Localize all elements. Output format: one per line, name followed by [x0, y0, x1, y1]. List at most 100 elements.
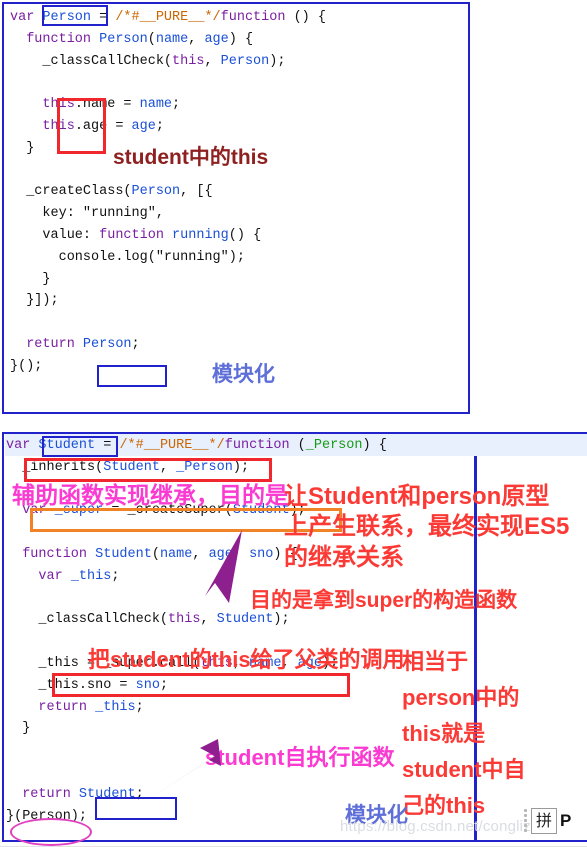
code-token: function: [6, 546, 96, 562]
code-token: var: [6, 438, 39, 453]
code-token: function: [99, 227, 173, 243]
ime-drag-handle[interactable]: [523, 808, 528, 834]
annotation-get-super: 目的是拿到super的构造函数: [250, 589, 518, 612]
code-token: }: [6, 721, 31, 737]
code-line: return Student;: [6, 784, 387, 806]
code-token: _createClass(: [10, 184, 132, 200]
annotation-prototype-link-1: 让Student和person原型: [284, 483, 550, 510]
code-line: }]);: [10, 290, 326, 312]
code-token: _this: [70, 568, 112, 584]
annotation-prototype-link-2: 上产生联系，最终实现ES5: [284, 513, 570, 540]
highlight-box-this-person: [57, 98, 106, 154]
code-token: ,: [192, 546, 209, 562]
code-token: this: [168, 612, 201, 628]
annotation-equivalent-2: person中的: [402, 685, 520, 710]
code-token: function: [220, 10, 286, 25]
code-token: ;: [131, 336, 140, 352]
code-token: () {: [228, 227, 262, 243]
code-token: running: [172, 227, 229, 243]
ime-mode-icon[interactable]: 拼: [531, 808, 557, 834]
highlight-box-inherits-call: [24, 458, 272, 482]
code-token: }();: [10, 358, 43, 374]
code-token: _classCallCheck(: [10, 53, 173, 69]
code-token: );: [228, 249, 245, 265]
code-token: "running": [155, 249, 229, 265]
code-token: return: [10, 336, 83, 352]
code-token: ;: [135, 699, 144, 715]
code-line: function Person(name, age) {: [10, 29, 326, 51]
code-token: /*#__PURE__*/: [119, 438, 225, 453]
code-line: }: [10, 269, 326, 291]
code-line: key: "running",: [10, 203, 326, 225]
code-token: (: [147, 31, 156, 47]
code-token: ;: [155, 118, 164, 134]
annotation-prototype-link-3: 的继承关系: [284, 544, 404, 571]
code-token: Student: [216, 612, 274, 628]
code-token: _this: [95, 699, 136, 715]
code-token: Person: [131, 184, 181, 200]
annotation-student-this: student中的this: [113, 146, 269, 169]
code-token: }: [10, 140, 35, 156]
code-token: console.log(: [10, 249, 156, 265]
code-token: "running": [82, 206, 156, 222]
code-token: name: [159, 546, 193, 562]
code-token: age: [204, 31, 229, 47]
ime-label[interactable]: P: [560, 811, 571, 831]
code-token: (: [289, 438, 306, 453]
highlight-box-person-identifier: [42, 5, 108, 26]
annotation-equivalent-5: 己的this: [402, 793, 486, 818]
code-token: () {: [285, 10, 326, 25]
code-token: this: [172, 53, 205, 69]
code-block-person: var Person = /*#__PURE__*/function () { …: [10, 7, 326, 378]
code-token: ;: [111, 568, 120, 584]
highlight-box-return-student: [95, 797, 177, 820]
code-line: console.log("running");: [10, 247, 326, 269]
code-line: return _this;: [6, 697, 387, 719]
code-token: Person: [82, 336, 132, 352]
code-line: _classCallCheck(this, Student);: [6, 609, 387, 631]
highlight-box-return-person: [97, 365, 167, 387]
code-token: sno: [249, 546, 274, 562]
code-token: ,: [188, 31, 205, 47]
code-token: value:: [10, 227, 100, 243]
annotation-equivalent-3: this就是: [402, 721, 486, 746]
code-token: age: [131, 118, 156, 134]
code-token: ) {: [228, 31, 254, 47]
code-token: (: [151, 546, 160, 562]
annotation-equivalent-1: 相当于: [402, 649, 469, 674]
code-token: name: [155, 31, 189, 47]
code-token: _classCallCheck(: [6, 612, 169, 628]
code-token: , [{: [180, 184, 213, 200]
code-token: );: [273, 612, 290, 628]
annotation-iife: student自执行函数: [205, 745, 395, 770]
code-token: var: [10, 10, 43, 25]
code-token: }]);: [10, 293, 59, 309]
annotation-modularization-1: 模块化: [212, 363, 275, 386]
annotation-helper-inherits: 辅助函数实现继承，目的是: [12, 482, 288, 508]
code-token: /*#__PURE__*/: [115, 10, 221, 25]
code-token: function: [10, 31, 100, 47]
annotation-equivalent-4: student中自: [402, 757, 526, 782]
code-line: value: function running() {: [10, 225, 326, 247]
code-token: ,: [200, 612, 217, 628]
code-token: ,: [204, 53, 221, 69]
code-token: Person: [220, 53, 270, 69]
highlight-ellipse-person-arg: [10, 818, 92, 846]
code-token: age: [208, 546, 233, 562]
ime-indicator[interactable]: 拼 P: [523, 808, 571, 834]
code-token: ,: [155, 206, 164, 222]
code-panel-person: var Person = /*#__PURE__*/function () { …: [2, 2, 470, 414]
code-token: var: [6, 568, 71, 584]
annotation-pass-this-to-parent: 把student的this给了父类的调用: [88, 647, 405, 672]
code-token: ;: [172, 97, 181, 113]
code-token: function: [224, 438, 290, 453]
code-line: _createClass(Person, [{: [10, 181, 326, 203]
code-token: return: [6, 699, 96, 715]
code-line: _classCallCheck(this, Person);: [10, 51, 326, 73]
code-token: key:: [10, 206, 83, 222]
code-token: Person: [99, 31, 148, 47]
code-line: return Person;: [10, 334, 326, 356]
